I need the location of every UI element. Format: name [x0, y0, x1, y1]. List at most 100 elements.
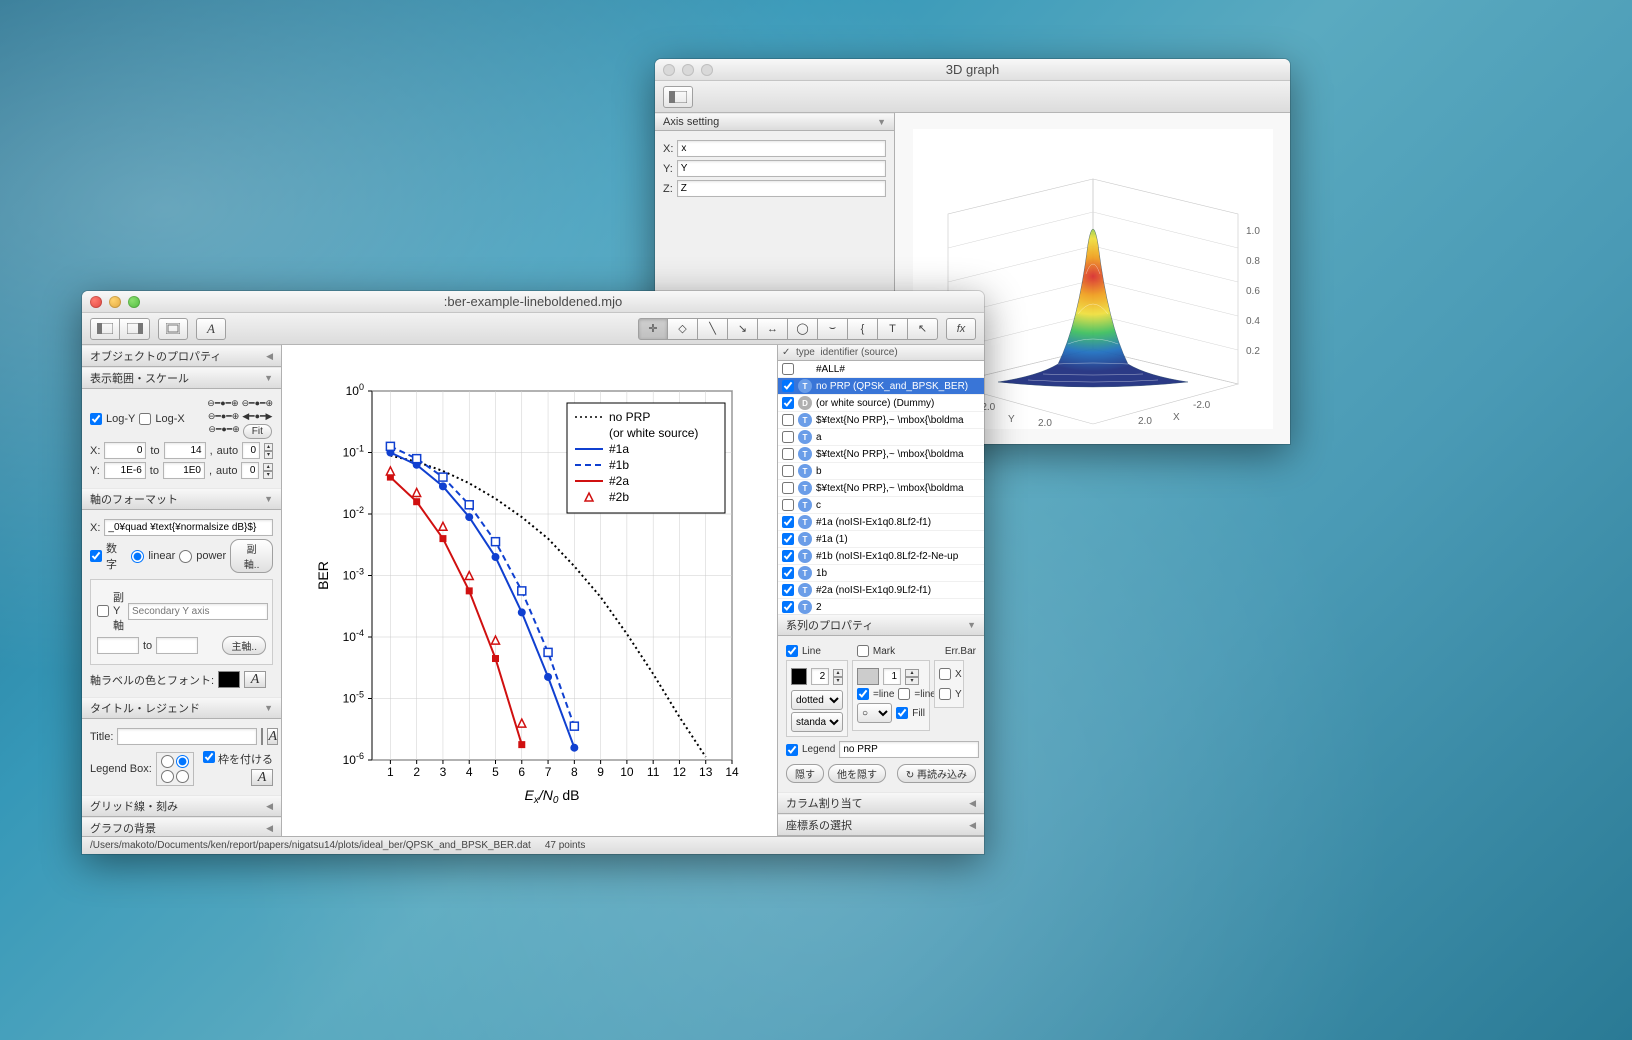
row-checkbox[interactable]: [782, 431, 794, 443]
log-x-checkbox[interactable]: [139, 413, 151, 425]
row-checkbox[interactable]: [782, 448, 794, 460]
list-item[interactable]: T$¥text{No PRP},~ \mbox{\boldma: [778, 446, 984, 463]
close-icon[interactable]: [90, 296, 102, 308]
arrow-tool[interactable]: ↘: [728, 318, 758, 340]
eqline1-checkbox[interactable]: [857, 688, 869, 700]
x-stepper[interactable]: ▴▾: [264, 443, 273, 459]
line-std-select[interactable]: standard: [791, 712, 843, 732]
row-checkbox[interactable]: [782, 380, 794, 392]
power-radio[interactable]: [179, 550, 192, 563]
arc-tool[interactable]: ⌣: [818, 318, 848, 340]
zoom-icon[interactable]: [128, 296, 140, 308]
background-header[interactable]: グラフの背景◀: [82, 817, 281, 836]
legend-position-picker[interactable]: [156, 752, 194, 786]
row-checkbox[interactable]: [782, 516, 794, 528]
line-color-well[interactable]: [791, 668, 807, 685]
mark-shape-select[interactable]: ○: [857, 703, 892, 723]
y-stepper[interactable]: ▴▾: [263, 463, 273, 479]
chart-area[interactable]: 123456789101112131410010-110-210-310-410…: [282, 345, 777, 836]
list-item[interactable]: Ta: [778, 429, 984, 446]
window-main[interactable]: :ber-example-lineboldened.mjo A ✛ ◇ ╲ ↘ …: [82, 291, 984, 854]
legend-text-input[interactable]: [839, 741, 979, 758]
mainaxis-button[interactable]: 主軸..: [222, 636, 266, 655]
title-font-icon[interactable]: A: [267, 728, 278, 745]
fill-checkbox[interactable]: [896, 707, 908, 719]
x-auto-input[interactable]: [242, 442, 260, 459]
list-item[interactable]: Tno PRP (QPSK_and_BPSK_BER): [778, 378, 984, 395]
titlebar-main[interactable]: :ber-example-lineboldened.mjo: [82, 291, 984, 313]
source-list[interactable]: ✓ type identifier (source) #ALL#Tno PRP …: [778, 345, 984, 614]
close-icon[interactable]: [663, 64, 675, 76]
x-from-input[interactable]: [104, 442, 146, 459]
list-item[interactable]: T#1a (noISI-Ex1q0.8Lf2-f1): [778, 514, 984, 531]
errbar-y-checkbox[interactable]: [939, 688, 951, 700]
reload-button[interactable]: ↻ 再読み込み: [897, 764, 976, 783]
title-legend-header[interactable]: タイトル・レジェンド▼: [82, 697, 281, 719]
title-color-well[interactable]: [261, 728, 263, 745]
line-tool[interactable]: ╲: [698, 318, 728, 340]
pointer-tool[interactable]: ↖: [908, 318, 938, 340]
row-checkbox[interactable]: [782, 499, 794, 511]
row-checkbox[interactable]: [782, 397, 794, 409]
list-item[interactable]: T2: [778, 599, 984, 614]
x-format-input[interactable]: [104, 519, 273, 536]
sec-from-input[interactable]: [97, 637, 139, 654]
hide-others-button[interactable]: 他を隠す: [828, 764, 886, 783]
axis-color-well[interactable]: [218, 671, 240, 688]
list-item[interactable]: T$¥text{No PRP},~ \mbox{\boldma: [778, 480, 984, 497]
line-width-input[interactable]: [811, 668, 829, 685]
object-properties-header[interactable]: オブジェクトのプロパティ◀: [82, 345, 281, 367]
row-checkbox[interactable]: [782, 533, 794, 545]
number-checkbox[interactable]: [90, 550, 102, 562]
row-checkbox[interactable]: [782, 465, 794, 477]
x-axis-input[interactable]: [677, 140, 886, 157]
linear-radio[interactable]: [131, 550, 144, 563]
secondary-y-input[interactable]: [128, 603, 268, 620]
minimize-icon[interactable]: [682, 64, 694, 76]
fx-button[interactable]: fx: [946, 318, 976, 340]
list-item[interactable]: Tb: [778, 463, 984, 480]
display-range-header[interactable]: 表示範囲・スケール▼: [82, 367, 281, 389]
double-arrow-tool[interactable]: ↔: [758, 318, 788, 340]
list-item[interactable]: T#1a (1): [778, 531, 984, 548]
legend-checkbox[interactable]: [786, 744, 798, 756]
row-checkbox[interactable]: [782, 414, 794, 426]
y-to-input[interactable]: [163, 462, 205, 479]
list-item[interactable]: T1b: [778, 565, 984, 582]
sub-y-checkbox[interactable]: [97, 605, 109, 617]
y-auto-input[interactable]: [241, 462, 259, 479]
hide-button[interactable]: 隠す: [786, 764, 824, 783]
list-item[interactable]: T$¥text{No PRP},~ \mbox{\boldma: [778, 412, 984, 429]
eraser-tool[interactable]: ◇: [668, 318, 698, 340]
frame-checkbox[interactable]: [203, 751, 215, 763]
zoom-icon[interactable]: [701, 64, 713, 76]
row-checkbox[interactable]: [782, 567, 794, 579]
mark-size-input[interactable]: [883, 668, 901, 685]
column-assign-header[interactable]: カラム割り当て◀: [778, 792, 984, 814]
subaxis-button[interactable]: 副軸..: [230, 539, 273, 573]
x-to-input[interactable]: [164, 442, 206, 459]
log-y-checkbox[interactable]: [90, 413, 102, 425]
axis-setting-header[interactable]: Axis setting▼: [655, 113, 894, 131]
row-checkbox[interactable]: [782, 363, 794, 375]
row-checkbox[interactable]: [782, 550, 794, 562]
y-axis-input[interactable]: [677, 160, 886, 177]
line-style-select[interactable]: dotted: [791, 690, 843, 710]
row-checkbox[interactable]: [782, 601, 794, 613]
legend-font-icon[interactable]: A: [251, 769, 273, 786]
errbar-x-checkbox[interactable]: [939, 668, 951, 680]
eqline2-checkbox[interactable]: [898, 688, 910, 700]
title-input[interactable]: [117, 728, 257, 745]
toggle-right-pane-button[interactable]: [120, 318, 150, 340]
font-button[interactable]: A: [196, 318, 226, 340]
mark-color-well[interactable]: [857, 668, 879, 685]
axis-format-header[interactable]: 軸のフォーマット▼: [82, 488, 281, 510]
zoom-control-icon[interactable]: ⊖━●━⊕: [242, 398, 273, 409]
grid-header[interactable]: グリッド線・刻み◀: [82, 795, 281, 817]
pan-arrows-icon[interactable]: ◀━●━▶: [242, 411, 272, 422]
crosshair-tool[interactable]: ✛: [638, 318, 668, 340]
zoom-control-icon[interactable]: ⊖━●━⊕: [207, 398, 238, 409]
coord-system-header[interactable]: 座標系の選択◀: [778, 814, 984, 836]
fit-button[interactable]: Fit: [243, 424, 272, 439]
row-checkbox[interactable]: [782, 482, 794, 494]
